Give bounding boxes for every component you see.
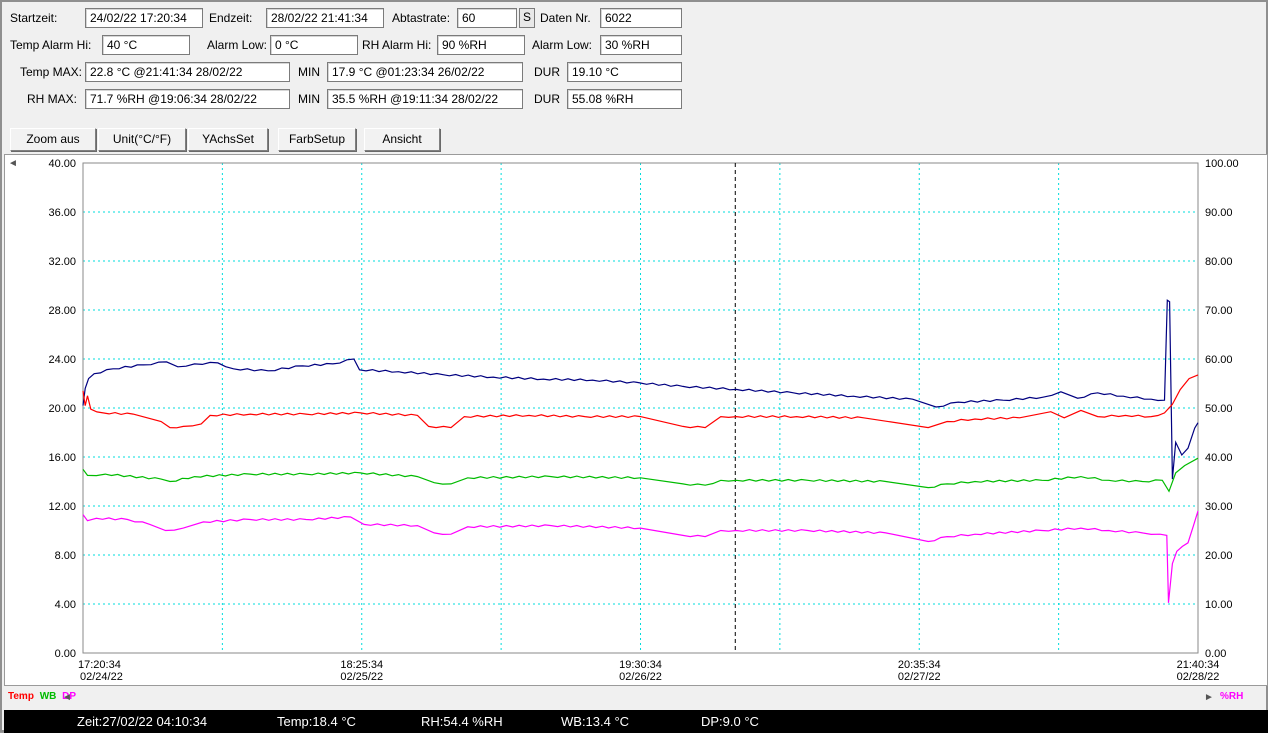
rh-min-field: 35.5 %RH @19:11:34 28/02/22 xyxy=(327,89,523,109)
farb-setup-button[interactable]: FarbSetup xyxy=(278,128,356,151)
svg-text:40.00: 40.00 xyxy=(1205,452,1233,464)
scroll-left-icon[interactable]: ◄ xyxy=(62,693,72,703)
svg-text:50.00: 50.00 xyxy=(1205,403,1233,415)
svg-text:02/27/22: 02/27/22 xyxy=(898,671,941,683)
svg-text:30.00: 30.00 xyxy=(1205,501,1233,513)
temp-min-field: 17.9 °C @01:23:34 26/02/22 xyxy=(327,62,523,82)
rh-alarm-low-label: Alarm Low: xyxy=(532,38,592,52)
rh-max-label: RH MAX: xyxy=(27,92,77,106)
svg-text:0.00: 0.00 xyxy=(55,648,76,660)
endzeit-field[interactable]: 28/02/22 21:41:34 xyxy=(266,8,384,28)
chart-canvas[interactable]: 40.00 36.00 32.00 28.00 24.00 20.00 16.00 12.00… xyxy=(5,155,1267,685)
status-zeit: Zeit:27/02/22 04:10:34 xyxy=(77,714,207,729)
rh-dur-label: DUR xyxy=(534,92,560,106)
daten-nr-label: Daten Nr. xyxy=(540,11,591,25)
svg-text:100.00: 100.00 xyxy=(1205,158,1239,170)
svg-text:90.00: 90.00 xyxy=(1205,207,1233,219)
svg-text:24.00: 24.00 xyxy=(48,354,76,366)
temp-alarm-low-label: Alarm Low: xyxy=(207,38,267,52)
abtastrate-field[interactable]: 60 xyxy=(457,8,517,28)
temp-alarm-low-field[interactable]: 0 °C xyxy=(270,35,358,55)
status-dp: DP:9.0 °C xyxy=(701,714,759,729)
rh-alarm-hi-field[interactable]: 90 %RH xyxy=(437,35,525,55)
zoom-aus-button[interactable]: Zoom aus xyxy=(10,128,96,151)
startzeit-field[interactable]: 24/02/22 17:20:34 xyxy=(85,8,203,28)
endzeit-label: Endzeit: xyxy=(209,11,252,25)
app-window: Startzeit: 24/02/22 17:20:34 Endzeit: 28… xyxy=(0,0,1268,732)
status-wb: WB:13.4 °C xyxy=(561,714,629,729)
svg-text:18:25:34: 18:25:34 xyxy=(340,659,383,671)
svg-text:4.00: 4.00 xyxy=(55,599,76,611)
rh-dur-field: 55.08 %RH xyxy=(567,89,682,109)
status-temp: Temp:18.4 °C xyxy=(277,714,356,729)
svg-text:20.00: 20.00 xyxy=(1205,550,1233,562)
svg-text:02/25/22: 02/25/22 xyxy=(340,671,383,683)
ansicht-button[interactable]: Ansicht xyxy=(364,128,440,151)
rh-min-label: MIN xyxy=(298,92,320,106)
svg-text:80.00: 80.00 xyxy=(1205,256,1233,268)
svg-text:8.00: 8.00 xyxy=(55,550,76,562)
temp-dur-label: DUR xyxy=(534,65,560,79)
scroll-right-icon[interactable]: ► xyxy=(1204,693,1214,703)
scroll-left-top-icon[interactable]: ◄ xyxy=(8,159,18,169)
svg-text:12.00: 12.00 xyxy=(48,501,76,513)
svg-text:32.00: 32.00 xyxy=(48,256,76,268)
status-rh: RH:54.4 %RH xyxy=(421,714,503,729)
legend-item-wb: WB xyxy=(40,691,57,702)
legend-row: Temp WB DP ◄ ► %RH xyxy=(4,688,1268,706)
temp-alarm-hi-field[interactable]: 40 °C xyxy=(102,35,190,55)
svg-text:20.00: 20.00 xyxy=(48,403,76,415)
temp-alarm-hi-label: Temp Alarm Hi: xyxy=(10,38,91,52)
legend-rh-label: %RH xyxy=(1220,691,1243,702)
svg-text:10.00: 10.00 xyxy=(1205,599,1233,611)
status-bar: Zeit:27/02/22 04:10:34 Temp:18.4 °C RH:5… xyxy=(4,710,1268,733)
svg-text:21:40:34: 21:40:34 xyxy=(1177,659,1220,671)
temp-dur-field: 19.10 °C xyxy=(567,62,682,82)
temp-max-field: 22.8 °C @21:41:34 28/02/22 xyxy=(85,62,290,82)
svg-text:17:20:34: 17:20:34 xyxy=(78,659,121,671)
chart-panel: ◄ 40.00 36.00 32.00 28.00 24.00 20.00 16.00 12.… xyxy=(4,154,1268,686)
rh-max-field: 71.7 %RH @19:06:34 28/02/22 xyxy=(85,89,290,109)
rh-alarm-low-field[interactable]: 30 %RH xyxy=(600,35,682,55)
unit-button[interactable]: Unit(°C/°F) xyxy=(98,128,186,151)
svg-text:28.00: 28.00 xyxy=(48,305,76,317)
temp-min-label: MIN xyxy=(298,65,320,79)
svg-text:19:30:34: 19:30:34 xyxy=(619,659,662,671)
svg-text:02/28/22: 02/28/22 xyxy=(1177,671,1220,683)
temp-max-label: Temp MAX: xyxy=(20,65,82,79)
yachs-set-button[interactable]: YAchsSet xyxy=(188,128,268,151)
svg-text:16.00: 16.00 xyxy=(48,452,76,464)
svg-text:02/24/22: 02/24/22 xyxy=(80,671,123,683)
startzeit-label: Startzeit: xyxy=(10,11,57,25)
legend-item-temp: Temp xyxy=(8,691,34,702)
svg-text:02/26/22: 02/26/22 xyxy=(619,671,662,683)
daten-nr-field[interactable]: 6022 xyxy=(600,8,682,28)
svg-text:20:35:34: 20:35:34 xyxy=(898,659,941,671)
abtastrate-label: Abtastrate: xyxy=(392,11,450,25)
abtastrate-unit-badge: S xyxy=(519,8,535,28)
svg-text:36.00: 36.00 xyxy=(48,207,76,219)
svg-text:40.00: 40.00 xyxy=(48,158,76,170)
rh-alarm-hi-label: RH Alarm Hi: xyxy=(362,38,431,52)
svg-text:70.00: 70.00 xyxy=(1205,305,1233,317)
svg-text:60.00: 60.00 xyxy=(1205,354,1233,366)
